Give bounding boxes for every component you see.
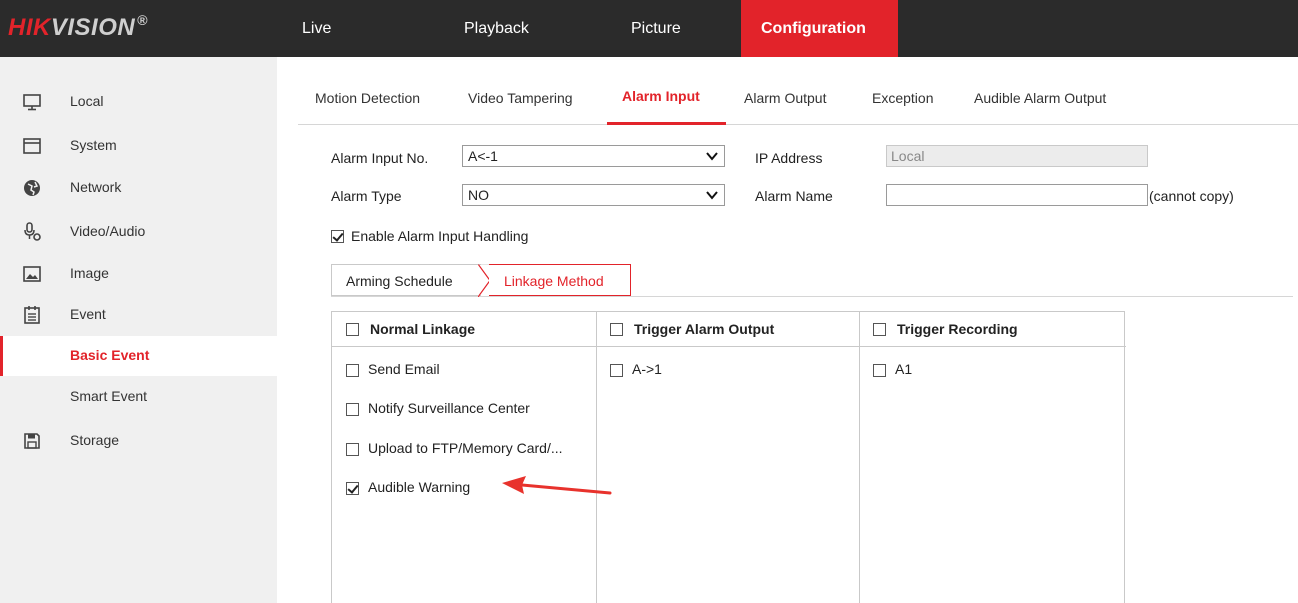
upload-ftp-label: Upload to FTP/Memory Card/... (368, 440, 563, 456)
tab-motion-detection[interactable]: Motion Detection (315, 90, 420, 106)
nav-live-view[interactable]: Live View (288, 0, 350, 94)
sidebar-item-network[interactable]: Network (0, 168, 277, 208)
image-icon (23, 266, 41, 282)
nav-playback[interactable]: Playback (450, 0, 543, 57)
alarm-name-note: (cannot copy) (1149, 188, 1234, 204)
sidebar-item-storage[interactable]: Storage (0, 421, 277, 461)
audible-warning-checkbox[interactable] (346, 482, 359, 495)
sidebar-item-smart-event[interactable]: Smart Event (0, 377, 277, 417)
sidebar-item-basic-event[interactable]: Basic Event (0, 336, 277, 376)
sidebar-item-label: Video/Audio (70, 223, 146, 239)
subtab-label: Linkage Method (504, 273, 604, 289)
recording-a1-checkbox[interactable] (873, 364, 886, 377)
notify-surveillance-center-checkbox[interactable] (346, 403, 359, 416)
alarm-type-select[interactable]: NO (462, 184, 725, 206)
subtab-label: Arming Schedule (346, 273, 453, 289)
send-email-label: Send Email (368, 361, 440, 377)
enable-alarm-input-handling-label: Enable Alarm Input Handling (351, 228, 529, 244)
column-divider (596, 312, 597, 603)
subtab-arming-schedule[interactable]: Arming Schedule (331, 264, 481, 296)
trigger-alarm-output-header-checkbox[interactable] (610, 323, 623, 336)
floppy-icon (24, 433, 40, 449)
linkage-table: Normal Linkage Trigger Alarm Output Trig… (331, 311, 1126, 603)
top-bar: HIKVISION ® Live View Playback Picture Co… (0, 0, 1298, 94)
sidebar-item-event[interactable]: Event (0, 295, 277, 335)
recording-a1-label: A1 (895, 361, 913, 377)
sidebar-item-local[interactable]: Local (0, 82, 277, 122)
alarm-output-a1-checkbox[interactable] (610, 364, 623, 377)
sidebar-item-label: Image (70, 265, 109, 281)
hikvision-logo: HIKVISION ® (8, 12, 149, 42)
calendar-icon (24, 306, 40, 324)
microphone-icon (24, 222, 41, 241)
monitor-icon (23, 94, 41, 111)
notify-surveillance-center-label: Notify Surveillance Center (368, 400, 530, 416)
enable-alarm-input-handling-checkbox[interactable] (331, 230, 344, 243)
chevron-down-icon (706, 152, 718, 161)
trigger-recording-header: Trigger Recording (897, 321, 1018, 337)
sidebar-item-video-audio[interactable]: Video/Audio (0, 212, 277, 252)
tab-audible-alarm-output[interactable]: Audible Alarm Output (974, 90, 1106, 106)
normal-linkage-header: Normal Linkage (370, 321, 476, 337)
sidebar-item-image[interactable]: Image (0, 254, 277, 294)
sidebar-item-label: Local (70, 93, 104, 109)
logo-registered-mark: ® (137, 12, 149, 28)
ip-address-label: IP Address (755, 150, 823, 166)
sidebar-item-label: System (70, 137, 117, 153)
tab-alarm-output[interactable]: Alarm Output (744, 90, 826, 106)
trigger-recording-header-checkbox[interactable] (873, 323, 886, 336)
window-icon (23, 138, 41, 154)
globe-icon (24, 180, 40, 196)
header-divider (332, 346, 1126, 347)
send-email-checkbox[interactable] (346, 364, 359, 377)
ip-address-field: Local (886, 145, 1148, 167)
alarm-type-label: Alarm Type (331, 188, 402, 204)
normal-linkage-header-checkbox[interactable] (346, 323, 359, 336)
upload-ftp-checkbox[interactable] (346, 443, 359, 456)
sidebar-item-label: Basic Event (70, 347, 150, 363)
alarm-type-value: NO (468, 187, 489, 203)
logo-text-grey: VISION (50, 14, 136, 41)
active-tab-underline (607, 122, 726, 125)
ip-address-value: Local (891, 148, 925, 164)
logo-text-red: HIK (8, 14, 51, 41)
tab-exception[interactable]: Exception (872, 90, 933, 106)
sidebar-item-label: Network (70, 179, 122, 195)
column-divider (859, 312, 860, 603)
tab-alarm-input[interactable]: Alarm Input (622, 88, 700, 104)
sidebar-item-label: Event (70, 306, 106, 322)
audible-warning-label: Audible Warning (368, 479, 471, 495)
chevron-down-icon (706, 191, 718, 200)
sidebar-item-label: Storage (70, 432, 120, 448)
alarm-name-label: Alarm Name (755, 188, 833, 204)
sidebar-item-label: Smart Event (70, 388, 148, 404)
nav-picture[interactable]: Picture (617, 0, 695, 57)
alarm-input-no-select[interactable]: A<-1 (462, 145, 725, 167)
nav-configuration[interactable]: Configuration (741, 0, 898, 57)
sidebar-item-system[interactable]: System (0, 126, 277, 166)
tab-video-tampering[interactable]: Video Tampering (468, 90, 573, 106)
alarm-output-a1-label: A->1 (632, 361, 662, 377)
alarm-input-no-value: A<-1 (468, 148, 498, 164)
alarm-input-no-label: Alarm Input No. (331, 150, 429, 166)
alarm-name-field[interactable] (886, 184, 1148, 206)
sidebar: Local System Network Video/Audio Image E… (0, 57, 277, 603)
trigger-alarm-output-header: Trigger Alarm Output (634, 321, 775, 337)
subtabs-divider (331, 296, 1293, 297)
annotation-arrow-icon (502, 476, 612, 495)
subtab-linkage-method[interactable]: Linkage Method (489, 264, 631, 296)
